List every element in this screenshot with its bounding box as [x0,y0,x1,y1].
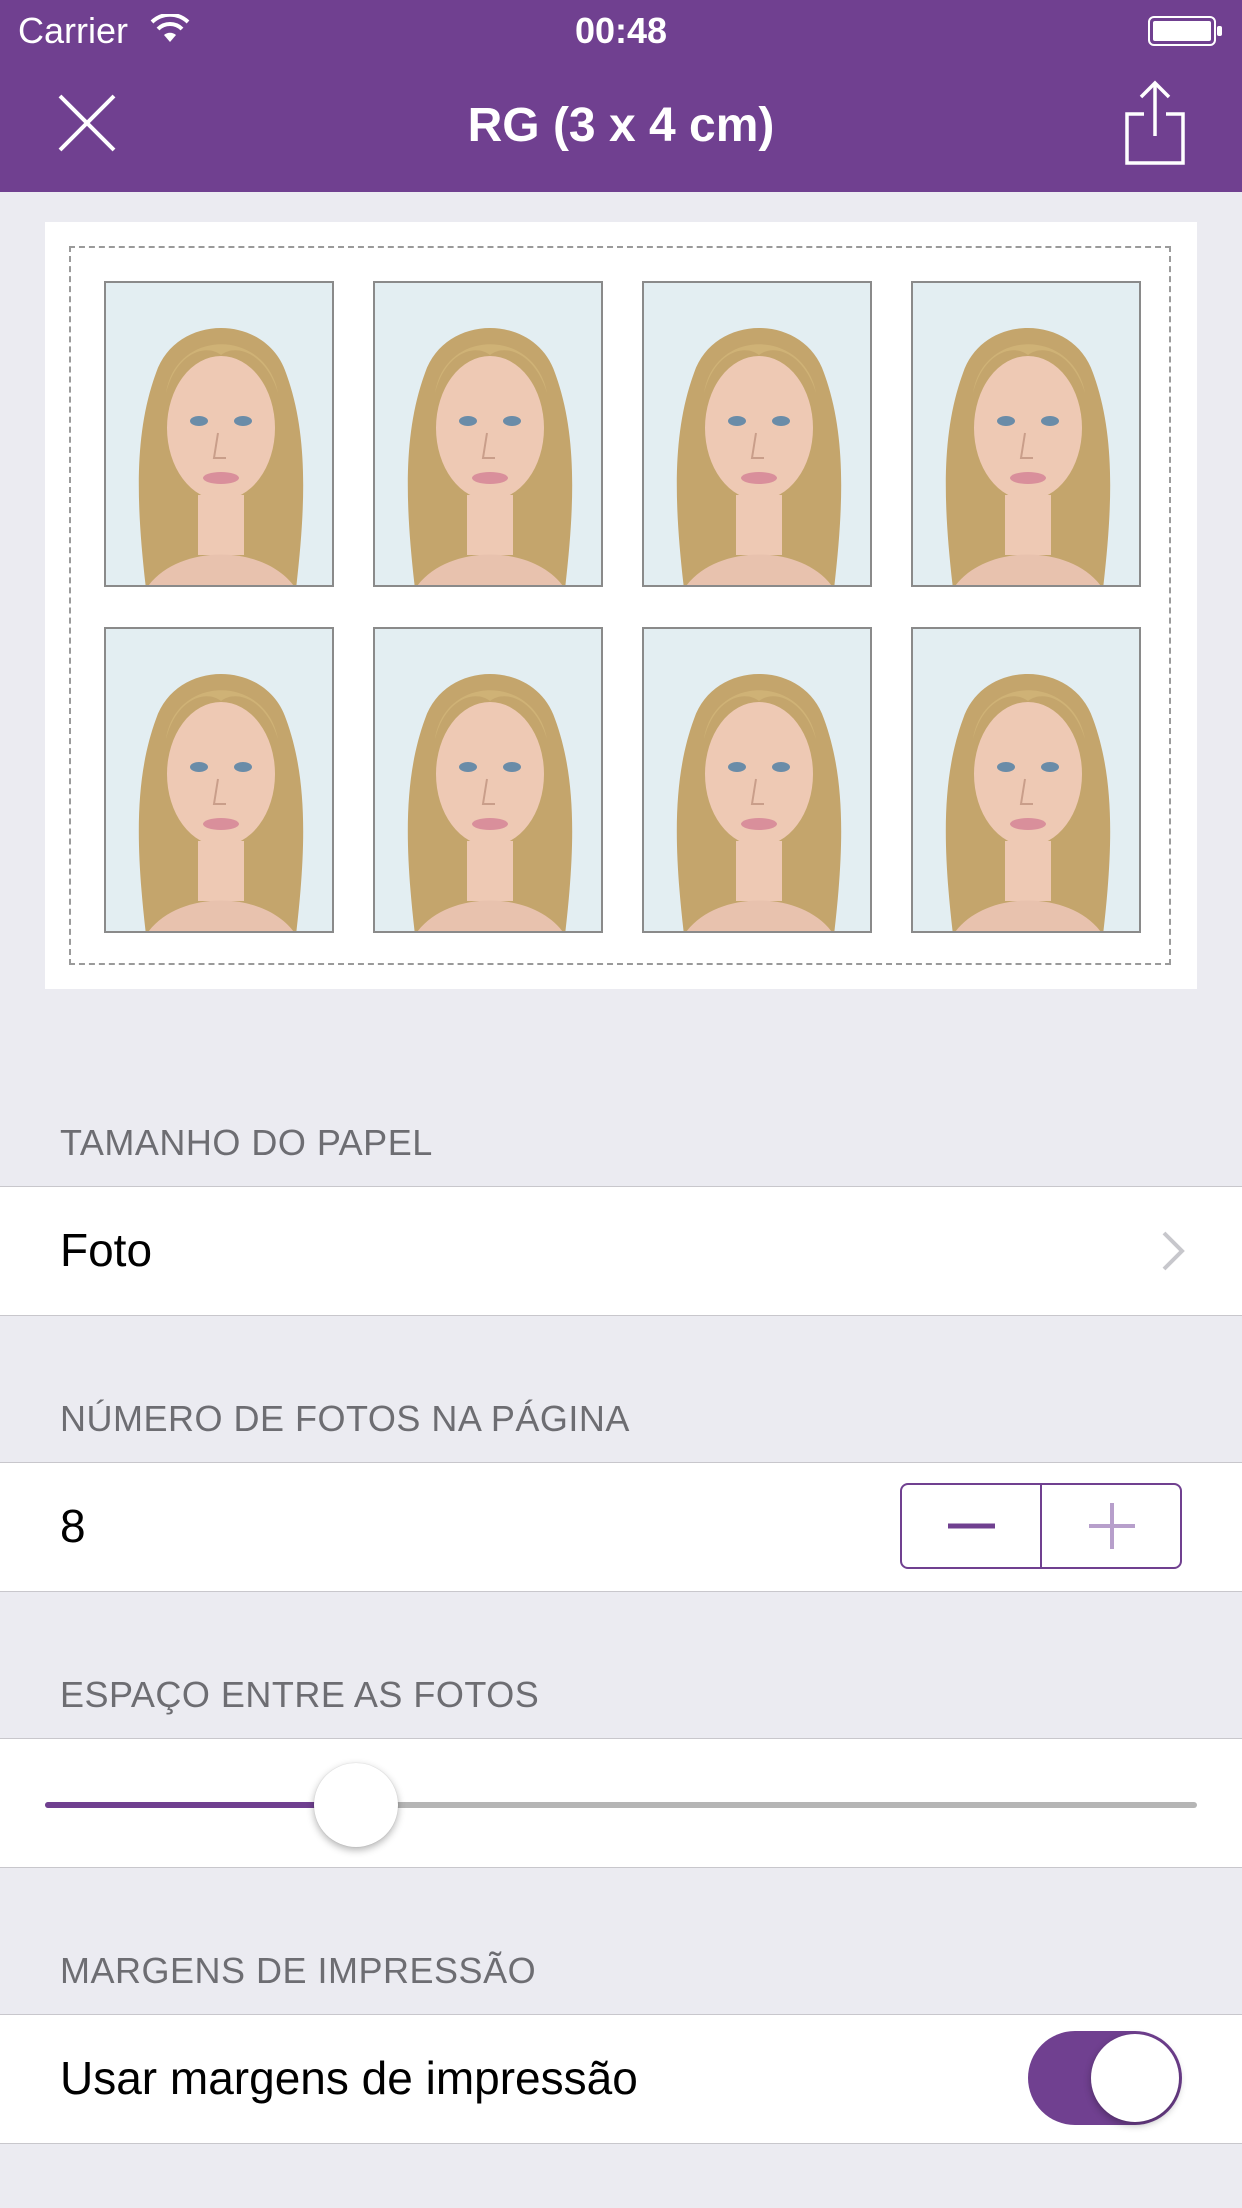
passport-photo [642,627,872,933]
passport-photo [104,627,334,933]
slider-thumb[interactable] [314,1763,399,1847]
photo-count-row: 8 [0,1462,1242,1592]
paper-size-row[interactable]: Foto [0,1186,1242,1316]
margins-toggle[interactable] [1028,2031,1182,2125]
header: Carrier 00:48 RG (3 x 4 cm) [0,0,1242,192]
passport-photo [104,281,334,587]
photo-count-value: 8 [60,1500,86,1552]
margins-toggle-label: Usar margens de impressão [60,2052,638,2104]
passport-photo [911,281,1141,587]
toggle-knob [1091,2034,1179,2122]
passport-photo [373,627,603,933]
plus-icon [1089,1503,1135,1549]
section-label-margins: MARGENS DE IMPRESSÃO [60,1950,537,1991]
passport-photo [911,627,1141,933]
increment-button[interactable] [1042,1485,1180,1567]
decrement-button[interactable] [902,1485,1042,1567]
page-title: RG (3 x 4 cm) [467,99,775,152]
nav-bar: RG (3 x 4 cm) [0,60,1242,192]
paper-size-value: Foto [60,1224,153,1276]
passport-photo [373,281,603,587]
section-label-spacing: ESPAÇO ENTRE AS FOTOS [60,1674,540,1715]
chevron-right-icon [1160,1229,1186,1273]
slider-fill [45,1802,357,1808]
section-label-paper-size: TAMANHO DO PAPEL [60,1122,433,1163]
margins-row: Usar margens de impressão [0,2014,1242,2144]
spacing-row [0,1738,1242,1868]
share-icon [1125,80,1185,165]
print-preview [45,222,1197,989]
status-bar: Carrier 00:48 [0,0,1242,60]
spacing-slider[interactable] [45,1802,1197,1808]
clock: 00:48 [574,10,668,51]
battery-icon [1148,16,1224,51]
minus-icon [948,1523,995,1529]
section-label-photo-count: NÚMERO DE FOTOS NA PÁGINA [60,1398,630,1439]
print-area [69,246,1171,965]
share-button[interactable] [1124,80,1186,166]
photo-count-stepper [900,1483,1182,1569]
passport-photo [642,281,872,587]
